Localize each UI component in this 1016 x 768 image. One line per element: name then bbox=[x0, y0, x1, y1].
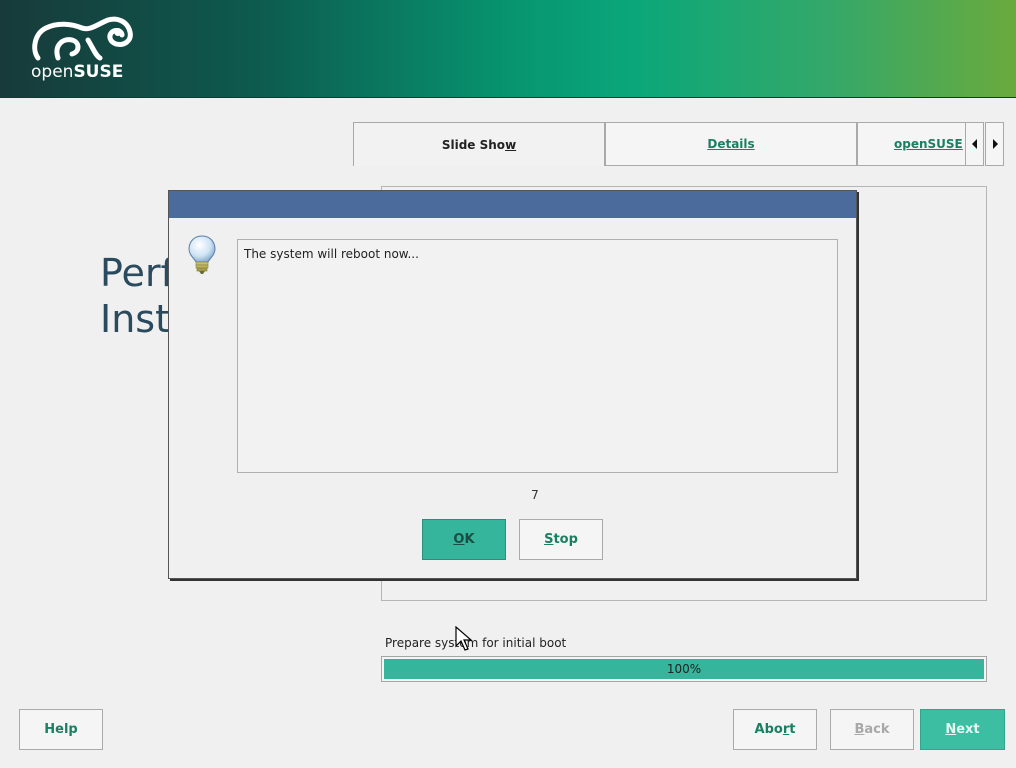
background-title-line2: Inst bbox=[100, 297, 170, 341]
message-box: The system will reboot now... bbox=[237, 239, 838, 473]
dialog-message: The system will reboot now... bbox=[244, 247, 419, 261]
progress-bar: 100% bbox=[381, 656, 987, 682]
tab-details-label: Details bbox=[707, 137, 755, 151]
dialog-titlebar[interactable] bbox=[169, 191, 856, 218]
next-button-label: Next bbox=[945, 722, 980, 737]
tab-opensuse-label: openSUSE bbox=[894, 137, 963, 151]
opensuse-chameleon-logo bbox=[32, 16, 133, 61]
tab-slide-show[interactable]: Slide Show bbox=[353, 122, 605, 166]
reboot-dialog: The system will reboot now... 7 OK Stop bbox=[168, 190, 857, 579]
tab-bar: Slide Show Details openSUSE bbox=[353, 122, 1005, 166]
help-button-label: Help bbox=[44, 722, 78, 737]
lightbulb-icon bbox=[186, 234, 218, 276]
stop-button-label: Stop bbox=[544, 532, 578, 547]
progress-value-text: 100% bbox=[666, 662, 702, 676]
logo-text-suse: SUSE bbox=[73, 62, 124, 82]
mouse-cursor-icon bbox=[455, 625, 473, 652]
logo-wordmark: openSUSE bbox=[31, 62, 123, 82]
countdown-timer: 7 bbox=[531, 488, 539, 502]
tab-scroll-left[interactable] bbox=[965, 122, 984, 166]
tab-scroll-right[interactable] bbox=[985, 122, 1004, 166]
tab-slide-show-label: Slide Show bbox=[441, 137, 517, 152]
ok-button-label: OK bbox=[453, 532, 475, 547]
next-button[interactable]: Next bbox=[920, 709, 1005, 750]
opensuse-logo: openSUSE bbox=[28, 14, 138, 86]
help-button[interactable]: Help bbox=[19, 709, 103, 750]
arrow-right-icon bbox=[992, 139, 998, 149]
back-button[interactable]: Back bbox=[830, 709, 914, 750]
tab-details[interactable]: Details bbox=[605, 122, 857, 166]
stop-button[interactable]: Stop bbox=[519, 519, 603, 560]
abort-button-label: Abort bbox=[754, 722, 796, 737]
arrow-left-icon bbox=[971, 139, 977, 149]
background-title: Perf Inst bbox=[100, 250, 170, 342]
background-title-line1: Perf bbox=[100, 251, 170, 295]
abort-button[interactable]: Abort bbox=[733, 709, 817, 750]
ok-button[interactable]: OK bbox=[422, 519, 506, 560]
logo-text-open: open bbox=[31, 62, 74, 82]
progress-label: Prepare system for initial boot bbox=[385, 636, 567, 650]
back-button-label: Back bbox=[854, 722, 890, 737]
tab-opensuse[interactable]: openSUSE bbox=[857, 122, 967, 166]
header-banner: openSUSE bbox=[0, 0, 1016, 98]
